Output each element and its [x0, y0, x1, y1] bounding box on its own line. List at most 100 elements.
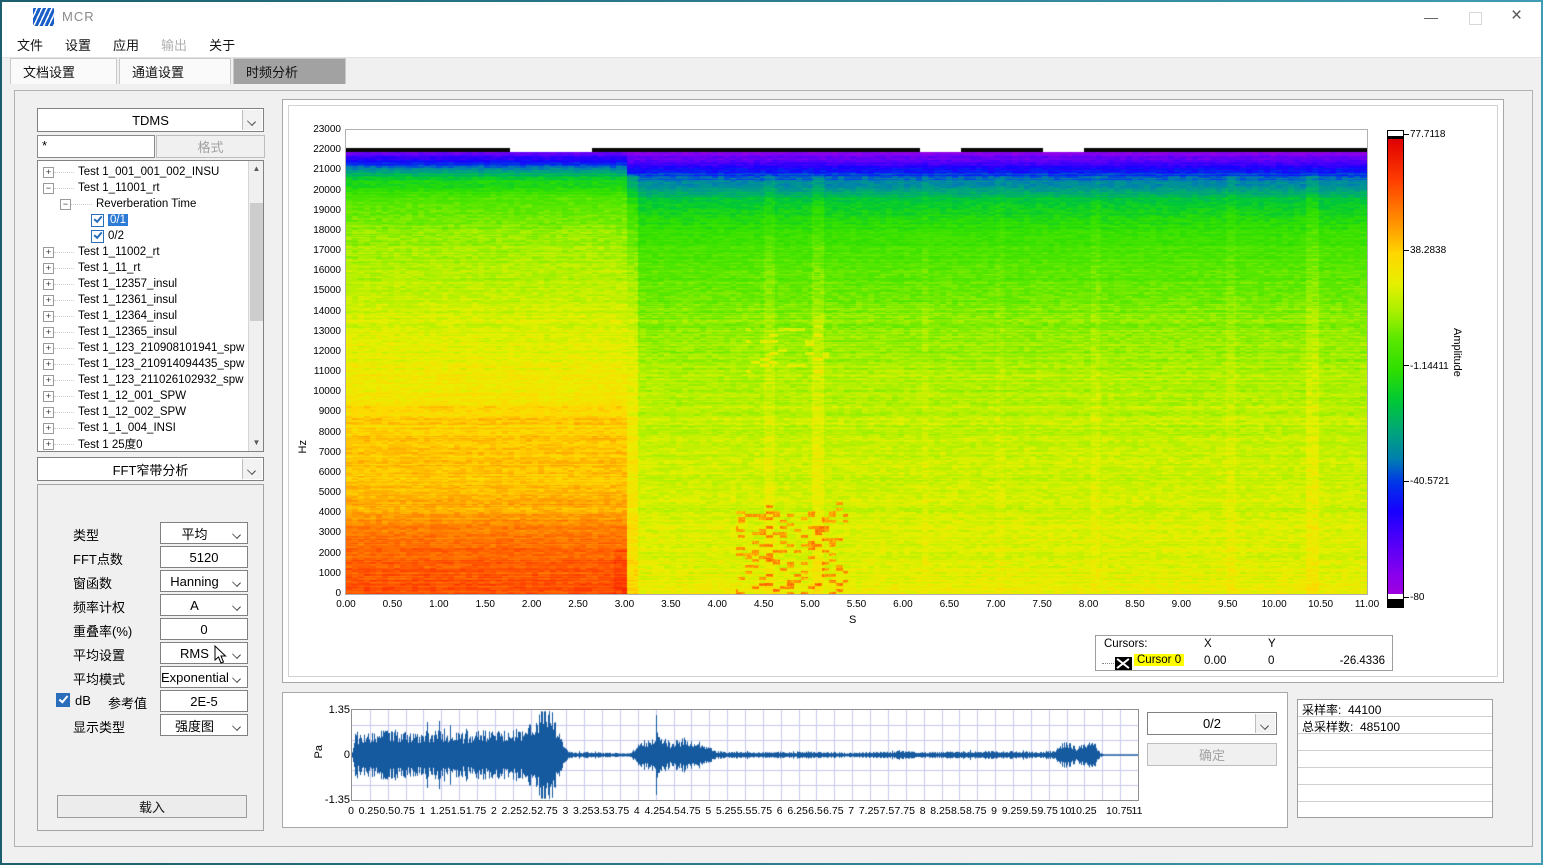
expander-icon[interactable]: + — [43, 407, 54, 418]
channel-select[interactable]: 0/2 — [1147, 712, 1277, 735]
tree-item-label: Test 1_12357_insul — [78, 278, 177, 290]
waveform-x-tick-label: 11 — [1117, 805, 1157, 817]
expander-icon[interactable]: + — [43, 247, 54, 258]
tree-item[interactable]: + Test 1_12357_insul — [38, 276, 263, 292]
colorbar-tick-label: -80 — [1404, 592, 1424, 603]
y-tick-label: 12000 — [299, 346, 341, 357]
expander-icon[interactable]: + — [43, 263, 54, 274]
field-select[interactable]: 强度图 — [160, 714, 248, 736]
tab-1[interactable]: 通道设置 — [119, 58, 231, 84]
info-row: 总采样数: 485100 — [1298, 717, 1492, 734]
format-button[interactable]: 格式 — [156, 135, 265, 158]
x-tick-label: 4.50 — [742, 599, 786, 610]
menu-bar: 文件设置应用输出关于 — [2, 32, 1541, 58]
x-tick-label: 10.50 — [1299, 599, 1343, 610]
expander-icon[interactable]: + — [43, 327, 54, 338]
expander-icon[interactable]: + — [43, 311, 54, 322]
form-row: 类型平均 — [38, 522, 263, 546]
field-input[interactable]: 0 — [160, 618, 248, 640]
expander-icon[interactable]: + — [43, 423, 54, 434]
tree-item[interactable]: +Test 1_001_001_002_INSU — [38, 164, 263, 180]
expander-icon[interactable]: + — [43, 359, 54, 370]
menu-item-4[interactable]: 关于 — [198, 31, 246, 58]
scrollbar-thumb[interactable] — [250, 203, 263, 321]
minimize-button[interactable] — [1409, 2, 1453, 32]
x-axis-ticks: 0.000.501.001.502.002.503.003.504.004.50… — [345, 599, 1368, 612]
field-select[interactable]: Exponential — [160, 666, 248, 688]
expander-icon[interactable]: + — [43, 279, 54, 290]
expander-icon[interactable]: − — [60, 199, 71, 210]
mouse-cursor — [214, 645, 227, 664]
tree-item[interactable]: +Test 1_12364_insul — [38, 308, 263, 324]
tree-item[interactable]: +Test 1_12365_insul — [38, 324, 263, 340]
load-button[interactable]: 载入 — [57, 795, 247, 818]
tree-item[interactable]: +Test 1_123_211026102932_spw — [38, 372, 263, 388]
tree-item-label: Test 1_12_002_SPW — [78, 406, 186, 418]
menu-item-2[interactable]: 应用 — [102, 31, 150, 58]
field-select[interactable]: A — [160, 594, 248, 616]
y-tick-label: 6000 — [299, 467, 341, 478]
y-tick-label: 1000 — [299, 568, 341, 579]
menu-item-3[interactable]: 输出 — [150, 31, 198, 58]
db-checkbox[interactable] — [56, 693, 70, 707]
form-row: FFT点数5120 — [38, 546, 263, 570]
spectrogram-panel: Hz 2300022000210002000019000180001700016… — [282, 99, 1504, 683]
expander-icon[interactable]: + — [43, 439, 54, 450]
x-tick-label: 0.00 — [324, 599, 368, 610]
expander-icon[interactable]: + — [43, 343, 54, 354]
tree-item[interactable]: + Test 1_123_210908101941_spw — [38, 340, 263, 356]
tree-item[interactable]: +Test 1_12_001_SPW — [38, 388, 263, 404]
file-tree[interactable]: +Test 1_001_001_002_INSU−Test 1_11001_rt… — [37, 160, 264, 452]
analysis-type-select[interactable]: FFT窄带分析 — [37, 457, 264, 481]
waveform-plot[interactable] — [351, 709, 1139, 801]
expander-icon[interactable]: + — [43, 167, 54, 178]
tree-item[interactable]: +Test 1 25度0 — [38, 436, 263, 452]
tree-item[interactable]: +Test 1_11002_rt — [38, 244, 263, 260]
field-label: 重叠率(%) — [73, 621, 132, 640]
tree-item[interactable]: +Test 1_123_210914094435_spw — [38, 356, 263, 372]
confirm-button[interactable]: 确定 — [1147, 743, 1277, 766]
info-row — [1298, 785, 1492, 802]
tree-item[interactable]: 0/2 — [38, 228, 263, 244]
field-select[interactable]: 平均 — [160, 522, 248, 544]
file-format-select[interactable]: TDMS — [37, 108, 264, 132]
y-tick-label: 10000 — [299, 386, 341, 397]
menu-item-0[interactable]: 文件 — [6, 31, 54, 58]
close-button[interactable] — [1497, 2, 1541, 32]
field-select[interactable]: Hanning — [160, 570, 248, 592]
field-select[interactable]: RMS — [160, 642, 248, 664]
x-tick-label: 7.00 — [974, 599, 1018, 610]
tree-item[interactable]: +Test 1_11_rt — [38, 260, 263, 276]
expander-icon[interactable]: + — [43, 375, 54, 386]
channel-select-value: 0/2 — [1203, 716, 1221, 731]
tab-2[interactable]: 时频分析 — [233, 58, 346, 84]
expander-icon[interactable]: + — [43, 295, 54, 306]
tree-item[interactable]: −Test 1_11001_rt — [38, 180, 263, 196]
scroll-up-icon[interactable]: ▲ — [249, 161, 264, 177]
spectrogram-plot[interactable] — [345, 129, 1368, 595]
cursor-name[interactable]: Cursor 0 — [1134, 654, 1184, 666]
expander-icon[interactable]: + — [43, 391, 54, 402]
field-input[interactable]: 5120 — [160, 546, 248, 568]
info-label: 总采样数: — [1302, 720, 1353, 734]
scroll-down-icon[interactable]: ▼ — [249, 435, 264, 451]
tree-item[interactable]: −Reverberation Time — [38, 196, 263, 212]
field-input[interactable]: 2E-5 — [160, 690, 248, 712]
tree-item[interactable]: +Test 1_12361_insul — [38, 292, 263, 308]
filter-input[interactable]: * — [37, 135, 155, 158]
tree-item[interactable]: + Test 1_12_002_SPW — [38, 404, 263, 420]
checkbox[interactable] — [91, 230, 104, 243]
checkbox[interactable] — [91, 214, 104, 227]
tree-item-label: 0/2 — [108, 230, 124, 242]
tree-item-label: Test 1_123_210908101941_spw — [78, 342, 244, 354]
tree-item[interactable]: 0/1 — [38, 212, 263, 228]
tree-scrollbar[interactable]: ▲ ▼ — [248, 161, 263, 451]
window-title: MCR — [62, 9, 95, 24]
maximize-button[interactable] — [1453, 2, 1497, 32]
cursor-crosshair-icon[interactable] — [1115, 657, 1132, 670]
expander-icon[interactable]: − — [43, 183, 54, 194]
tree-item[interactable]: +Test 1_1_004_INSI — [38, 420, 263, 436]
field-label: 参考值 — [108, 693, 147, 712]
menu-item-1[interactable]: 设置 — [54, 31, 102, 58]
tab-0[interactable]: 文档设置 — [10, 58, 117, 84]
